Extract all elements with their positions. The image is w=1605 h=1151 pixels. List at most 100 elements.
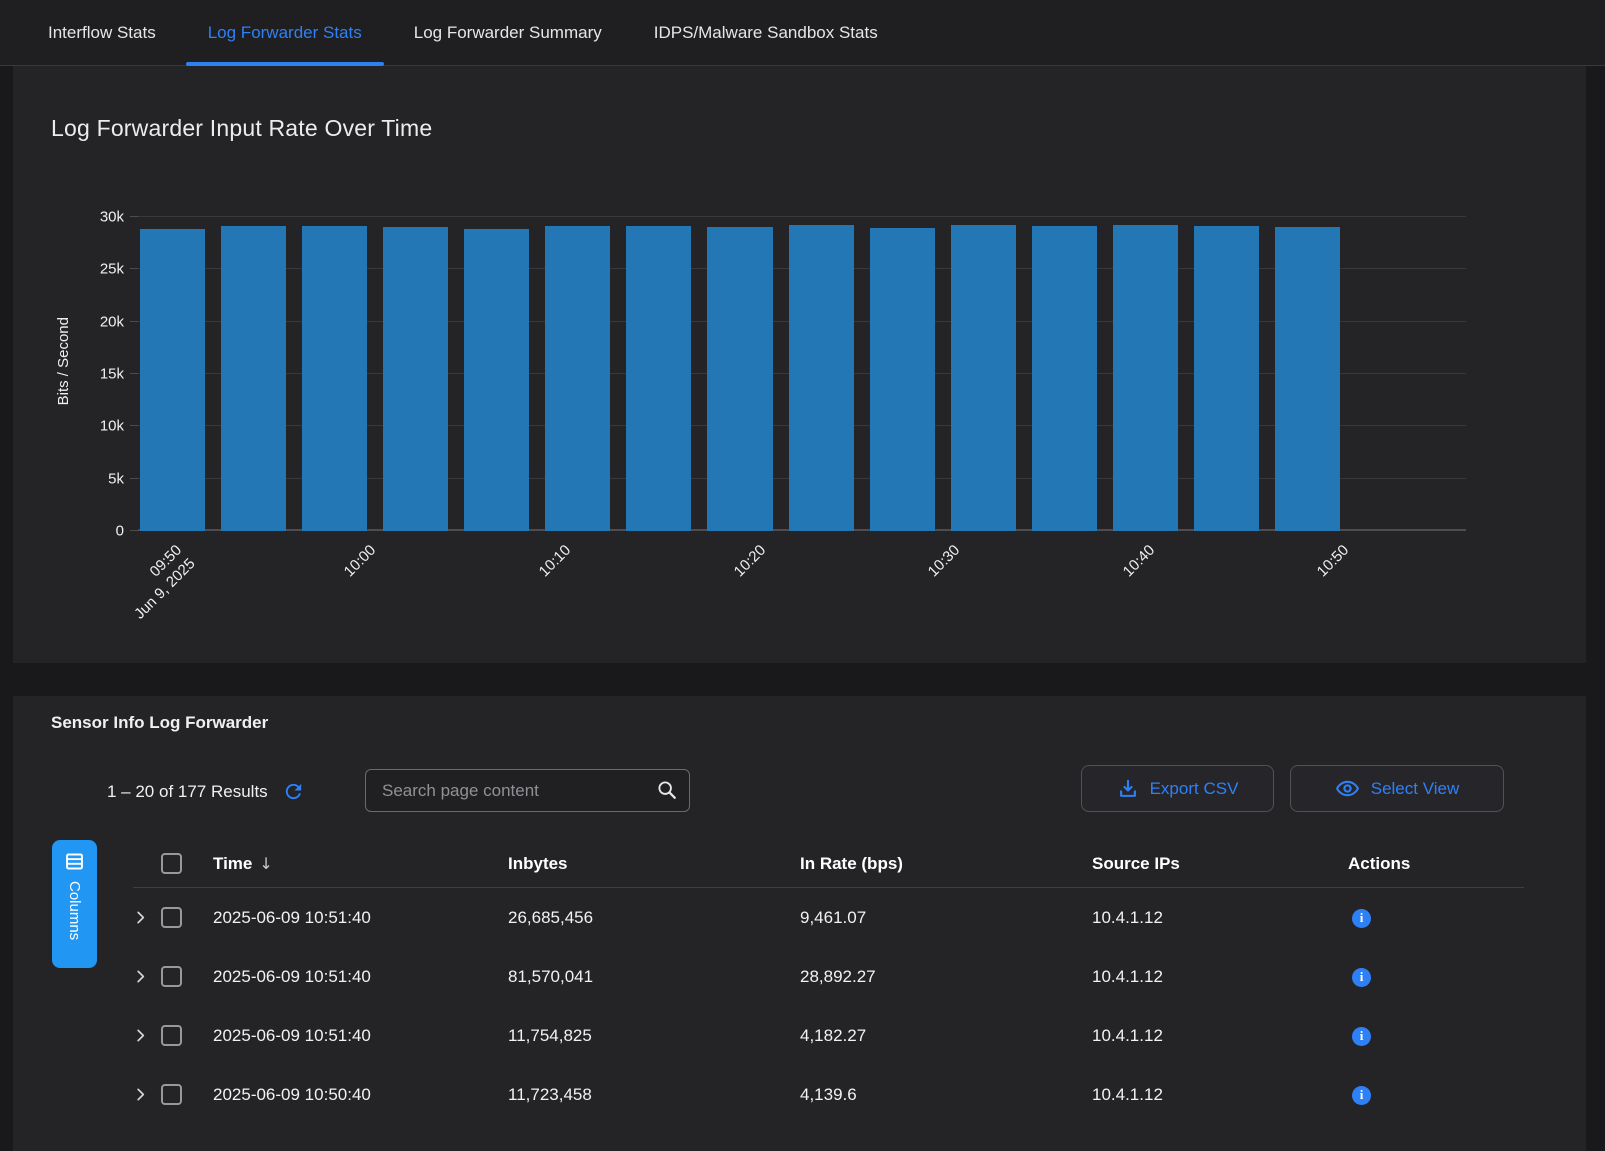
section-title: Sensor Info Log Forwarder (51, 713, 268, 733)
columns-button[interactable]: Columns (52, 840, 97, 968)
cell-inbytes: 81,570,041 (508, 967, 800, 987)
y-tick-mark (130, 321, 138, 322)
select-view-label: Select View (1371, 779, 1460, 799)
column-header-time[interactable]: Time↓ (213, 854, 508, 874)
columns-table-icon (64, 851, 85, 872)
y-tick-mark (130, 268, 138, 269)
y-tick-mark (130, 478, 138, 479)
bar (707, 227, 772, 531)
tab-idps-malware-sandbox-stats[interactable]: IDPS/Malware Sandbox Stats (632, 0, 900, 65)
cell-actions: i (1348, 907, 1524, 928)
cell-time: 2025-06-09 10:51:40 (213, 967, 508, 987)
bar-series (140, 217, 1340, 531)
y-tick-label: 20k (100, 313, 124, 330)
x-tick-label: 10:00 (340, 541, 380, 581)
bar (789, 225, 854, 531)
sensor-info-panel: Sensor Info Log Forwarder 1 – 20 of 177 … (13, 696, 1586, 1151)
x-tick-label: 10:50 (1313, 541, 1353, 581)
table-body: 2025-06-09 10:51:40 26,685,456 9,461.07 … (133, 888, 1524, 1124)
row-checkbox[interactable] (161, 1025, 182, 1046)
tab-label: IDPS/Malware Sandbox Stats (654, 23, 878, 43)
refresh-button[interactable] (282, 780, 305, 803)
cell-actions: i (1348, 1084, 1524, 1105)
y-tick-label: 15k (100, 366, 124, 383)
tab-label: Interflow Stats (48, 23, 156, 43)
expand-chevron-icon[interactable] (133, 1028, 161, 1043)
expand-chevron-icon[interactable] (133, 969, 161, 984)
bar (302, 226, 367, 531)
column-header-actions: Actions (1348, 854, 1524, 874)
sort-desc-icon: ↓ (259, 854, 272, 873)
export-csv-button[interactable]: Export CSV (1081, 765, 1274, 812)
cell-source-ip: 10.4.1.12 (1092, 1085, 1348, 1105)
cell-inbytes: 11,723,458 (508, 1085, 800, 1105)
x-tick-label: 10:40 (1119, 541, 1159, 581)
column-header-in-rate[interactable]: In Rate (bps) (800, 854, 1092, 874)
y-tick-mark (130, 373, 138, 374)
export-csv-label: Export CSV (1150, 779, 1239, 799)
x-tick-label: 10:10 (535, 541, 575, 581)
row-checkbox[interactable] (161, 1084, 182, 1105)
bar (464, 229, 529, 531)
expand-chevron-icon[interactable] (133, 1087, 161, 1102)
search-icon[interactable] (656, 779, 678, 801)
row-checkbox[interactable] (161, 966, 182, 987)
info-icon[interactable]: i (1352, 1086, 1371, 1105)
tab-bar: Interflow Stats Log Forwarder Stats Log … (0, 0, 1605, 66)
y-axis-title: Bits / Second (55, 317, 72, 405)
download-icon (1117, 778, 1139, 800)
eye-icon (1335, 776, 1360, 801)
x-tick-label: 09:50Jun 9, 2025 (117, 541, 199, 623)
cell-source-ip: 10.4.1.12 (1092, 908, 1348, 928)
column-header-source-ips[interactable]: Source IPs (1092, 854, 1348, 874)
chart-panel: Log Forwarder Input Rate Over Time Bits … (13, 66, 1586, 663)
bar (545, 226, 610, 531)
y-tick-label: 10k (100, 418, 124, 435)
bar (221, 226, 286, 531)
y-tick-mark (130, 425, 138, 426)
cell-time: 2025-06-09 10:50:40 (213, 1085, 508, 1105)
cell-inbytes: 11,754,825 (508, 1026, 800, 1046)
results-count: 1 – 20 of 177 Results (107, 782, 268, 802)
tab-interflow-stats[interactable]: Interflow Stats (26, 0, 178, 65)
results-row: 1 – 20 of 177 Results (107, 780, 305, 803)
y-tick-label: 0 (116, 523, 124, 540)
row-checkbox[interactable] (161, 907, 182, 928)
chart-title: Log Forwarder Input Rate Over Time (51, 115, 432, 142)
select-all-checkbox[interactable] (161, 853, 182, 874)
tab-log-forwarder-stats[interactable]: Log Forwarder Stats (186, 0, 384, 65)
bar (383, 227, 448, 531)
table-row: 2025-06-09 10:51:40 81,570,041 28,892.27… (133, 947, 1524, 1006)
cell-inbytes: 26,685,456 (508, 908, 800, 928)
bar (951, 225, 1016, 531)
cell-in-rate: 4,139.6 (800, 1085, 1092, 1105)
table-row: 2025-06-09 10:51:40 26,685,456 9,461.07 … (133, 888, 1524, 947)
cell-time: 2025-06-09 10:51:40 (213, 1026, 508, 1046)
cell-source-ip: 10.4.1.12 (1092, 967, 1348, 987)
bar (626, 226, 691, 531)
cell-in-rate: 4,182.27 (800, 1026, 1092, 1046)
info-icon[interactable]: i (1352, 909, 1371, 928)
cell-in-rate: 9,461.07 (800, 908, 1092, 928)
info-icon[interactable]: i (1352, 968, 1371, 987)
tab-log-forwarder-summary[interactable]: Log Forwarder Summary (392, 0, 624, 65)
cell-actions: i (1348, 966, 1524, 987)
tab-label: Log Forwarder Stats (208, 23, 362, 43)
table-header-row: Time↓ Inbytes In Rate (bps) Source IPs A… (133, 840, 1524, 888)
bar-chart: Bits / Second 05k10k15k20k25k30k 09:50Ju… (138, 217, 1466, 531)
expand-chevron-icon[interactable] (133, 910, 161, 925)
y-tick-label: 30k (100, 209, 124, 226)
bar (1113, 225, 1178, 531)
cell-time: 2025-06-09 10:51:40 (213, 908, 508, 928)
cell-source-ip: 10.4.1.12 (1092, 1026, 1348, 1046)
column-header-inbytes[interactable]: Inbytes (508, 854, 800, 874)
select-view-button[interactable]: Select View (1290, 765, 1504, 812)
y-tick-label: 25k (100, 261, 124, 278)
tab-label: Log Forwarder Summary (414, 23, 602, 43)
info-icon[interactable]: i (1352, 1027, 1371, 1046)
bar (1194, 226, 1259, 531)
bar (1032, 226, 1097, 531)
search-input[interactable] (365, 769, 690, 812)
sensor-table: Time↓ Inbytes In Rate (bps) Source IPs A… (133, 840, 1524, 1124)
columns-button-label: Columns (66, 881, 83, 940)
